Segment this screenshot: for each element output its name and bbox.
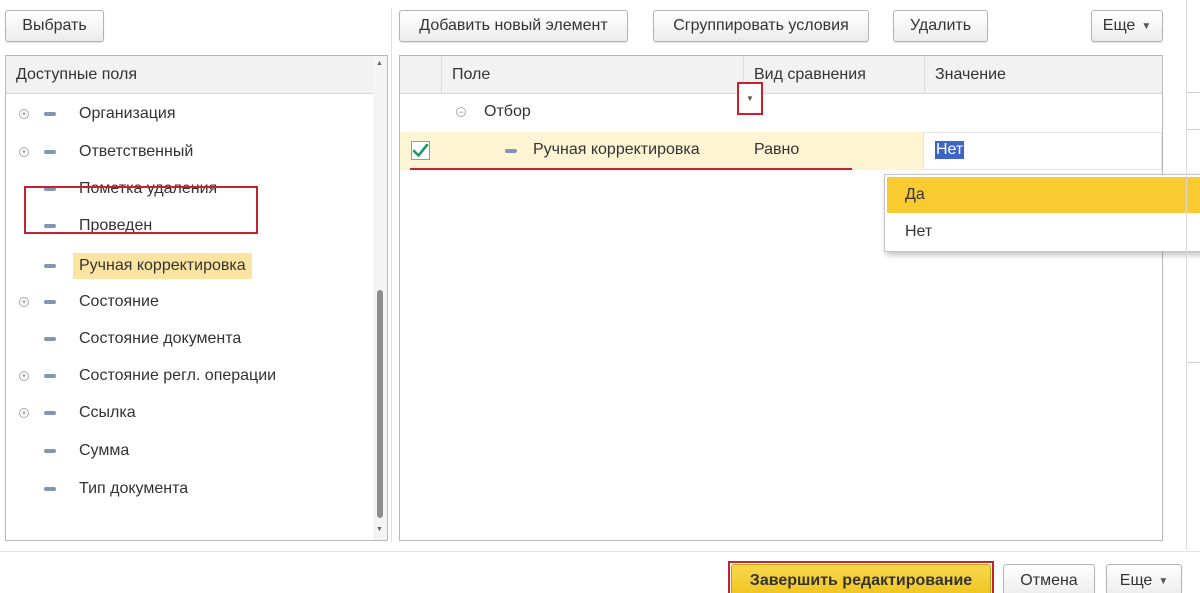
field-icon — [44, 111, 56, 116]
field-label: Сумма — [79, 441, 130, 459]
available-fields-header: Доступные поля — [6, 56, 374, 94]
field-icon — [44, 448, 56, 453]
field-label: Организация — [79, 104, 176, 122]
background-window-edge — [1186, 0, 1200, 550]
field-icon — [44, 410, 56, 415]
available-fields-panel: Доступные поля + Организация + Ответстве… — [5, 55, 388, 541]
filter-grid-panel: Поле Вид сравнения Значение − Отбор Ручн… — [399, 55, 1163, 541]
scrollbar-thumb[interactable] — [377, 290, 383, 518]
field-icon — [505, 149, 517, 153]
highlight-box-selected-field — [24, 186, 258, 234]
expand-icon[interactable]: + — [19, 296, 29, 307]
filter-group-row[interactable]: − Отбор — [400, 94, 1162, 131]
edge-mark — [1187, 362, 1200, 363]
expand-icon[interactable]: + — [19, 146, 29, 157]
edge-mark — [1187, 129, 1200, 130]
fields-scrollbar[interactable]: ▲ ▼ — [373, 56, 387, 540]
column-header-value[interactable]: Значение — [924, 56, 1162, 93]
field-item-state[interactable]: + Состояние — [6, 283, 374, 320]
field-item-organization[interactable]: + Организация — [6, 95, 374, 132]
group-conditions-button[interactable]: Сгруппировать условия — [653, 10, 869, 42]
chevron-down-icon: ▼ — [1141, 20, 1152, 32]
field-item-manual-adjustment[interactable]: Ручная корректировка — [6, 247, 374, 284]
filter-condition-row[interactable]: Ручная корректировка Равно Нет — [400, 132, 1162, 170]
more-menu-button[interactable]: Еще ▼ — [1091, 10, 1163, 42]
field-item-document-state[interactable]: Состояние документа — [6, 320, 374, 357]
filter-group-label: Отбор — [484, 103, 531, 120]
scroll-down-icon[interactable]: ▼ — [376, 526, 383, 533]
field-icon — [44, 373, 56, 378]
expand-icon[interactable]: + — [19, 407, 29, 418]
chevron-down-icon: ▼ — [746, 94, 754, 103]
field-icon — [44, 299, 56, 304]
collapse-icon[interactable]: − — [456, 107, 466, 117]
select-button[interactable]: Выбрать — [5, 10, 104, 42]
chevron-down-icon: ▼ — [1158, 575, 1169, 587]
condition-field-cell[interactable]: Ручная корректировка — [533, 141, 700, 159]
field-icon — [44, 486, 56, 491]
field-item-reg-operation-state[interactable]: + Состояние регл. операции — [6, 357, 374, 394]
expand-icon[interactable]: + — [19, 370, 29, 381]
add-new-element-button[interactable]: Добавить новый элемент — [399, 10, 628, 42]
field-icon — [44, 149, 56, 154]
dropdown-option-no[interactable]: Нет — [887, 214, 1200, 250]
column-header-comparison[interactable]: Вид сравнения — [743, 56, 924, 93]
add-new-element-label: Добавить новый элемент — [419, 17, 608, 34]
field-item-sum[interactable]: Сумма — [6, 432, 374, 469]
field-item-document-type[interactable]: Тип документа — [6, 470, 374, 507]
checkmark-icon — [412, 143, 429, 157]
field-label: Тип документа — [79, 479, 189, 497]
column-field-label: Поле — [452, 65, 491, 83]
more-menu-label: Еще — [1102, 17, 1136, 34]
expand-icon[interactable]: + — [19, 108, 29, 119]
dropdown-option-label: Нет — [905, 223, 933, 240]
field-label: Состояние — [79, 292, 159, 310]
select-button-label: Выбрать — [22, 17, 87, 34]
condition-comparison-cell[interactable]: Равно — [754, 141, 799, 159]
footer-more-label: Еще — [1119, 572, 1153, 589]
field-item-responsible[interactable]: + Ответственный — [6, 133, 374, 170]
cancel-label: Отмена — [1020, 572, 1078, 589]
delete-label: Удалить — [909, 17, 972, 34]
field-item-link[interactable]: + Ссылка — [6, 394, 374, 431]
available-fields-title: Доступные поля — [16, 65, 137, 83]
field-label: Ручная корректировка — [73, 252, 252, 279]
highlight-box-finish — [728, 561, 994, 593]
value-dropdown-list: Да Нет — [884, 174, 1200, 252]
column-header-field[interactable]: Поле — [441, 56, 743, 93]
value-dropdown-button[interactable]: ▼ — [737, 82, 763, 115]
column-comparison-label: Вид сравнения — [754, 65, 866, 83]
cancel-button[interactable]: Отмена — [1003, 564, 1095, 593]
condition-value-text: Нет — [935, 141, 965, 159]
field-icon — [44, 336, 56, 341]
group-conditions-label: Сгруппировать условия — [673, 17, 849, 34]
field-icon — [44, 263, 56, 268]
underline-annotation — [632, 168, 852, 170]
dropdown-option-label: Да — [905, 186, 925, 203]
dropdown-option-yes[interactable]: Да — [887, 177, 1200, 213]
field-label: Состояние регл. операции — [79, 366, 277, 384]
filter-grid-header: Поле Вид сравнения Значение — [400, 56, 1162, 94]
field-label: Состояние документа — [79, 329, 242, 347]
use-condition-checkbox[interactable] — [411, 141, 430, 160]
delete-button[interactable]: Удалить — [893, 10, 988, 42]
scroll-up-icon[interactable]: ▲ — [376, 60, 383, 67]
footer-separator — [0, 551, 1200, 552]
edge-mark — [1187, 92, 1200, 93]
field-label: Ответственный — [79, 142, 194, 160]
condition-value-input[interactable]: Нет — [923, 132, 1162, 170]
panel-divider — [391, 8, 392, 542]
field-label: Ссылка — [79, 403, 136, 421]
footer-more-button[interactable]: Еще ▼ — [1106, 564, 1182, 593]
underline-annotation — [410, 168, 632, 170]
column-value-label: Значение — [935, 65, 1006, 83]
